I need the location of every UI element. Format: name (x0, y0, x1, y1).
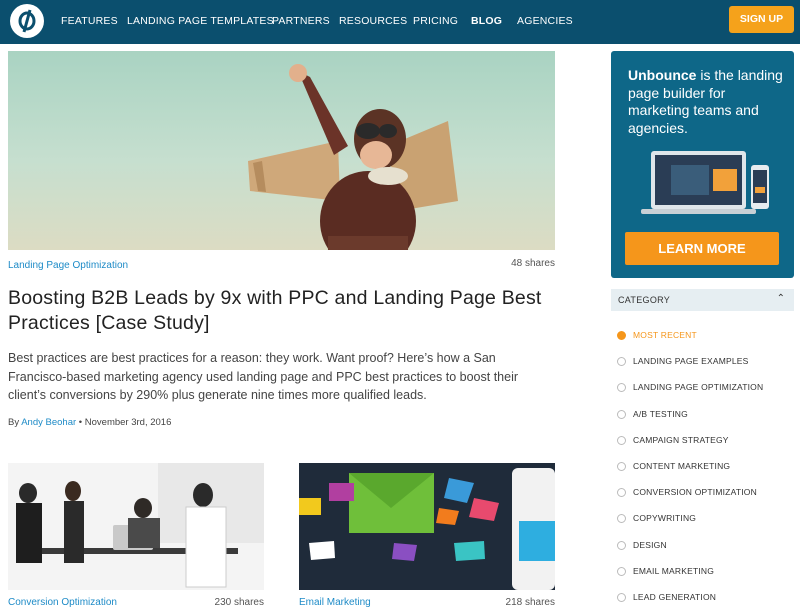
category-item-landing-page-examples[interactable]: LANDING PAGE EXAMPLES (617, 355, 797, 381)
category-item-label: MOST RECENT (633, 330, 697, 340)
devices-illustration (641, 151, 769, 214)
nav-partners[interactable]: PARTNERS (272, 15, 330, 27)
sidebar-ad[interactable]: Unbounce is the landing page builder for… (611, 51, 794, 278)
nav-pricing[interactable]: PRICING (413, 15, 458, 27)
radio-icon[interactable] (617, 540, 626, 550)
category-item-label: CONVERSION OPTIMIZATION (633, 487, 757, 498)
nav-blog[interactable]: BLOG (471, 15, 502, 27)
category-item-label: COPYWRITING (633, 513, 697, 524)
radio-icon[interactable] (617, 592, 626, 602)
featured-post-image[interactable] (8, 51, 555, 250)
category-item-campaign-strategy[interactable]: CAMPAIGN STRATEGY (617, 434, 797, 460)
post-card-image-office[interactable] (8, 463, 264, 590)
category-item-landing-page-optimization[interactable]: LANDING PAGE OPTIMIZATION (617, 381, 797, 407)
featured-post-category[interactable]: Landing Page Optimization (8, 260, 128, 271)
category-item-label: LANDING PAGE OPTIMIZATION (633, 382, 764, 393)
nav-agencies[interactable]: AGENCIES (517, 15, 573, 27)
radio-icon[interactable] (617, 566, 626, 576)
ad-brand: Unbounce (628, 67, 697, 83)
category-item-label: DESIGN (633, 539, 667, 550)
byline-prefix: By (8, 417, 20, 428)
category-item-label: CONTENT MARKETING (633, 460, 731, 471)
post-card-shares: 230 shares (214, 597, 264, 608)
nav-landing-page-templates[interactable]: LANDING PAGE TEMPLATES (127, 15, 274, 27)
nav-features[interactable]: FEATURES (61, 15, 118, 27)
featured-post-shares: 48 shares (511, 258, 555, 269)
post-card-shares: 218 shares (505, 597, 555, 608)
post-card-category[interactable]: Email Marketing (299, 597, 371, 608)
category-panel-title: CATEGORY (618, 295, 671, 305)
radio-icon[interactable] (617, 357, 626, 367)
radio-icon[interactable] (617, 409, 626, 419)
category-item-content-marketing[interactable]: CONTENT MARKETING (617, 460, 797, 486)
category-list: MOST RECENT LANDING PAGE EXAMPLES LANDIN… (617, 329, 797, 611)
featured-post-byline: By Andy Beohar • November 3rd, 2016 (8, 417, 171, 428)
author-link[interactable]: Andy Beohar (21, 417, 76, 428)
learn-more-button[interactable]: LEARN MORE (625, 232, 779, 265)
post-card-category[interactable]: Conversion Optimization (8, 597, 117, 608)
category-panel-header[interactable]: CATEGORY ⌃ (611, 289, 794, 311)
radio-icon[interactable] (617, 488, 626, 498)
post-card-image-email[interactable] (299, 463, 555, 590)
radio-selected-icon[interactable] (617, 331, 626, 340)
radio-icon[interactable] (617, 514, 626, 524)
radio-icon[interactable] (617, 461, 626, 471)
category-item-label: LANDING PAGE EXAMPLES (633, 356, 749, 367)
radio-icon[interactable] (617, 383, 626, 393)
category-item-label: LEAD GENERATION (633, 591, 717, 602)
category-item-label: EMAIL MARKETING (633, 565, 715, 576)
radio-icon[interactable] (617, 435, 626, 445)
nav-resources[interactable]: RESOURCES (339, 15, 407, 27)
category-item-label: A/B TESTING (633, 408, 688, 419)
post-date: November 3rd, 2016 (84, 417, 172, 428)
category-item-ab-testing[interactable]: A/B TESTING (617, 408, 797, 434)
category-item-email-marketing[interactable]: EMAIL MARKETING (617, 565, 797, 591)
category-item-most-recent[interactable]: MOST RECENT (617, 329, 797, 355)
ad-text: Unbounce is the landing page builder for… (628, 67, 788, 137)
unbounce-logo-icon[interactable] (10, 4, 44, 38)
featured-post-title[interactable]: Boosting B2B Leads by 9x with PPC and La… (8, 286, 548, 336)
top-nav: FEATURES LANDING PAGE TEMPLATES PARTNERS… (0, 0, 800, 44)
category-item-copywriting[interactable]: COPYWRITING (617, 512, 797, 538)
category-item-conversion-optimization[interactable]: CONVERSION OPTIMIZATION (617, 486, 797, 512)
category-item-lead-generation[interactable]: LEAD GENERATION (617, 591, 797, 611)
category-item-label: CAMPAIGN STRATEGY (633, 434, 729, 445)
byline-separator: • (78, 417, 83, 428)
featured-post-excerpt: Best practices are best practices for a … (8, 351, 519, 402)
category-item-design[interactable]: DESIGN (617, 539, 797, 565)
signup-button[interactable]: SIGN UP (729, 6, 794, 33)
chevron-up-icon[interactable]: ⌃ (777, 293, 785, 304)
